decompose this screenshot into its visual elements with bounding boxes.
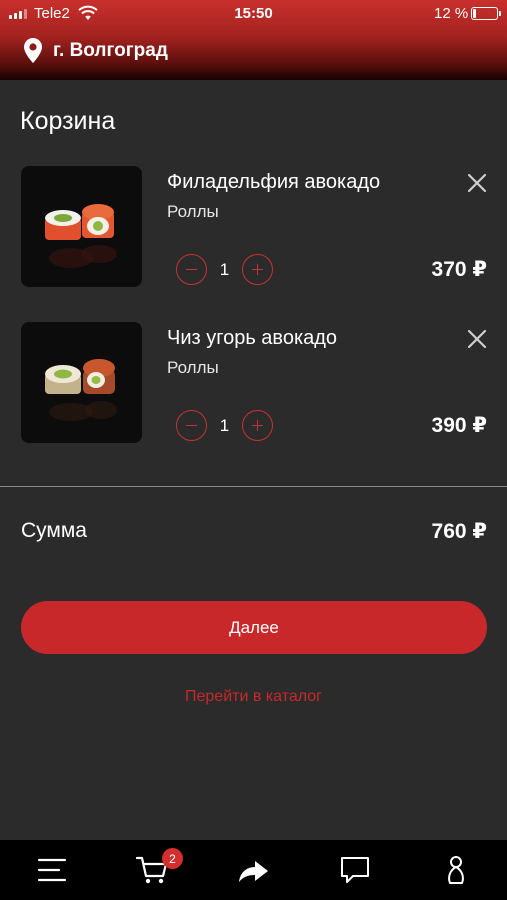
close-icon[interactable] xyxy=(464,326,490,352)
cart-item: Чиз угорь авокадо Роллы 1 390 ₽ xyxy=(0,322,507,446)
decrease-quantity-button[interactable] xyxy=(176,410,207,441)
city-selector[interactable]: г. Волгоград xyxy=(24,38,168,63)
battery-icon xyxy=(471,7,501,20)
decrease-quantity-button[interactable] xyxy=(176,254,207,285)
page-title: Корзина xyxy=(20,107,116,135)
item-category: Роллы xyxy=(167,202,219,221)
increase-quantity-button[interactable] xyxy=(242,254,273,285)
product-image[interactable] xyxy=(21,166,142,287)
tab-share[interactable] xyxy=(224,840,284,900)
status-time: 15:50 xyxy=(234,5,273,22)
share-icon xyxy=(239,861,268,882)
item-price: 390 ₽ xyxy=(431,414,487,437)
city-label: г. Волгоград xyxy=(53,39,168,61)
item-price: 370 ₽ xyxy=(431,258,487,281)
divider xyxy=(0,486,507,487)
profile-icon xyxy=(448,856,464,884)
tab-chat[interactable] xyxy=(325,840,385,900)
status-bar: Tele2 15:50 12 % xyxy=(0,0,507,28)
top-header: Tele2 15:50 12 % г. Волгоград xyxy=(0,0,507,80)
sum-label: Сумма xyxy=(21,519,87,542)
next-button[interactable]: Далее xyxy=(21,601,487,654)
battery-percent: 12 % xyxy=(434,5,469,22)
location-pin-icon xyxy=(24,38,42,63)
chat-icon xyxy=(341,857,369,883)
item-category: Роллы xyxy=(167,358,219,377)
product-image[interactable] xyxy=(21,322,142,443)
increase-quantity-button[interactable] xyxy=(242,410,273,441)
go-to-catalog-link[interactable]: Перейти в каталог xyxy=(0,688,507,706)
cart-count-badge: 2 xyxy=(162,848,183,869)
sum-value: 760 ₽ xyxy=(431,520,487,543)
tab-menu[interactable] xyxy=(21,840,81,900)
item-quantity: 1 xyxy=(219,416,230,435)
bottom-tab-bar xyxy=(0,840,507,900)
menu-icon xyxy=(37,858,67,882)
item-quantity: 1 xyxy=(219,260,230,279)
close-icon[interactable] xyxy=(464,170,490,196)
item-name[interactable]: Филадельфия авокадо xyxy=(167,171,380,194)
tab-profile[interactable] xyxy=(426,840,486,900)
cart-item: Филадельфия авокадо Роллы 1 370 ₽ xyxy=(0,166,507,290)
item-name[interactable]: Чиз угорь авокадо xyxy=(167,327,337,350)
